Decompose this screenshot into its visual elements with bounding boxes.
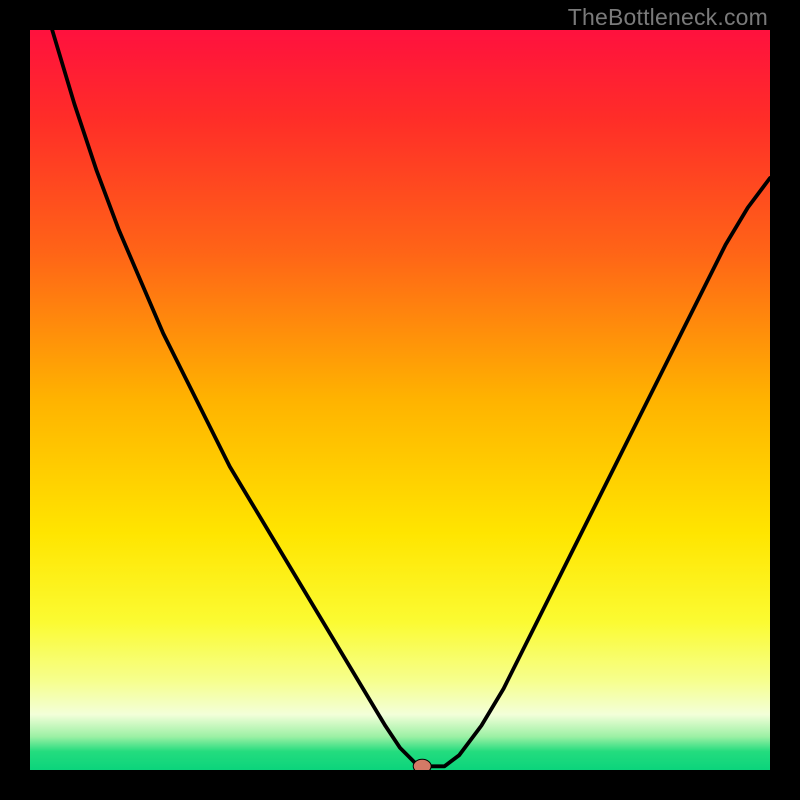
gradient-background [30, 30, 770, 770]
plot-area [30, 30, 770, 770]
attribution-label: TheBottleneck.com [568, 4, 768, 31]
chart-canvas [30, 30, 770, 770]
chart-frame: TheBottleneck.com [0, 0, 800, 800]
optimum-marker [413, 759, 431, 770]
